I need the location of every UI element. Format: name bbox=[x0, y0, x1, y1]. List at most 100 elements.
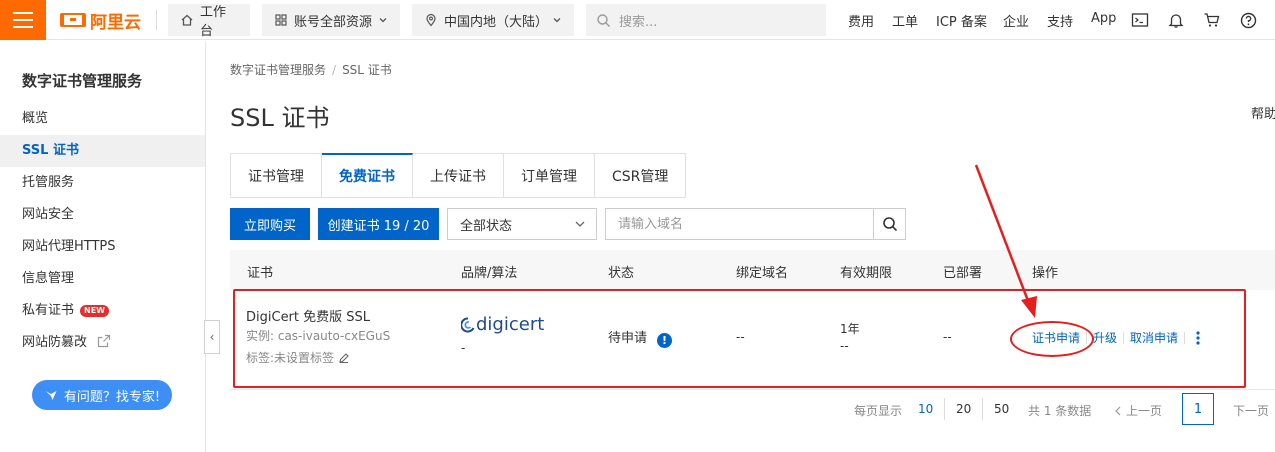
apply-cert-link[interactable]: 证书申请 bbox=[1032, 329, 1080, 346]
domain-search-input[interactable] bbox=[605, 208, 873, 240]
divider bbox=[982, 398, 983, 420]
breadcrumb-item-service[interactable]: 数字证书管理服务 bbox=[230, 63, 326, 77]
cancel-apply-link[interactable]: 取消申请 bbox=[1130, 329, 1178, 346]
sidebar: 数字证书管理服务 概览 SSL 证书 托管服务 网站安全 网站代理HTTPS 信… bbox=[0, 41, 206, 452]
column-header: 绑定域名 bbox=[736, 266, 789, 281]
cert-instance-id: 实例: cas-ivauto-cxEGuS bbox=[246, 329, 391, 343]
help-icon[interactable] bbox=[1238, 10, 1258, 30]
sidebar-collapse-handle[interactable]: ‹ bbox=[204, 320, 220, 354]
action-separator bbox=[1086, 331, 1088, 344]
aliyun-logo[interactable]: 阿里云 bbox=[60, 9, 141, 33]
external-link-icon bbox=[98, 334, 111, 348]
top-bar: 阿里云 工作台 账号全部资源 中国内地（大陆） 搜索... 费用 工单 ICP … bbox=[0, 0, 1275, 40]
ask-expert-label: 有问题？找专家! bbox=[63, 389, 161, 405]
more-vertical-icon[interactable] bbox=[1195, 330, 1201, 346]
search-icon bbox=[597, 13, 610, 27]
sidebar-item-label: SSL 证书 bbox=[22, 143, 79, 158]
tab-csr-management[interactable]: CSR管理 bbox=[595, 153, 687, 198]
tab-free-cert[interactable]: 免费证书 bbox=[322, 153, 413, 198]
sidebar-item-tamper-protection[interactable]: 网站防篡改 bbox=[0, 327, 205, 359]
column-header: 品牌/算法 bbox=[461, 266, 518, 281]
tab-upload-cert[interactable]: 上传证书 bbox=[413, 153, 504, 198]
page-size-10[interactable]: 10 bbox=[918, 402, 933, 416]
validity-period: 1年 bbox=[840, 322, 860, 336]
sidebar-item-info-management[interactable]: 信息管理 bbox=[0, 263, 205, 295]
cert-status-label: 待申请 bbox=[608, 331, 648, 346]
status-select[interactable]: 全部状态 bbox=[447, 208, 597, 240]
bell-icon[interactable] bbox=[1166, 10, 1186, 30]
tab-order-management[interactable]: 订单管理 bbox=[504, 153, 595, 198]
column-header: 已部署 bbox=[943, 266, 983, 281]
column-header: 操作 bbox=[1032, 266, 1059, 281]
global-search-placeholder: 搜索... bbox=[619, 14, 658, 30]
region-label: 中国内地（大陆） bbox=[444, 14, 549, 30]
next-page-button[interactable]: 下一页 bbox=[1233, 402, 1269, 419]
buy-now-button[interactable]: 立即购买 bbox=[230, 208, 310, 240]
cert-tags-label: 标签:未设置标签 bbox=[246, 351, 335, 365]
expert-icon bbox=[45, 391, 57, 400]
grid-icon bbox=[275, 14, 287, 26]
domain-search-button[interactable] bbox=[873, 208, 906, 240]
page-size-20[interactable]: 20 bbox=[956, 402, 971, 416]
workbench-button[interactable]: 工作台 bbox=[168, 4, 250, 39]
tab-cert-management[interactable]: 证书管理 bbox=[230, 153, 322, 198]
total-count: 共 1 条数据 bbox=[1028, 404, 1092, 418]
sidebar-item-hosting[interactable]: 托管服务 bbox=[0, 167, 205, 199]
global-search[interactable]: 搜索... bbox=[586, 4, 826, 36]
top-link-support[interactable]: 支持 bbox=[1047, 11, 1073, 30]
sidebar-item-label: 概览 bbox=[22, 111, 49, 126]
page-size-50[interactable]: 50 bbox=[994, 402, 1009, 416]
sidebar-item-overview[interactable]: 概览 bbox=[0, 103, 205, 135]
chevron-down-icon bbox=[553, 18, 561, 23]
table-header: 证书 品牌/算法 状态 绑定域名 有效期限 已部署 操作 bbox=[230, 250, 1275, 290]
table-row: DigiCert 免费版 SSL 实例: cas-ivauto-cxEGuS 标… bbox=[230, 290, 1275, 390]
help-link[interactable]: 帮助 bbox=[1251, 103, 1275, 122]
column-header: 证书 bbox=[247, 266, 274, 281]
chevron-left-icon: ‹ bbox=[209, 330, 215, 344]
account-scope-dropdown[interactable]: 账号全部资源 bbox=[262, 4, 400, 36]
sidebar-item-label: 私有证书 bbox=[22, 303, 75, 318]
sidebar-item-label: 信息管理 bbox=[22, 271, 75, 286]
cert-tags: 标签:未设置标签 bbox=[246, 349, 350, 366]
chevron-left-icon bbox=[1115, 406, 1121, 415]
sidebar-item-label: 网站代理HTTPS bbox=[22, 239, 116, 254]
sidebar-item-label: 网站安全 bbox=[22, 207, 75, 222]
sidebar-item-private-cert[interactable]: 私有证书 NEW bbox=[0, 295, 205, 327]
account-scope-label: 账号全部资源 bbox=[294, 14, 373, 30]
region-selector[interactable]: 中国内地（大陆） bbox=[412, 4, 574, 36]
top-link-billing[interactable]: 费用 bbox=[848, 11, 874, 30]
chevron-down-icon bbox=[379, 18, 387, 23]
create-cert-button[interactable]: 创建证书 19 / 20 bbox=[318, 208, 439, 240]
terminal-icon[interactable] bbox=[1130, 10, 1150, 30]
cart-icon[interactable] bbox=[1202, 10, 1222, 30]
divider bbox=[156, 10, 157, 30]
breadcrumb-item-ssl[interactable]: SSL 证书 bbox=[342, 63, 392, 77]
top-link-icp[interactable]: ICP 备案 bbox=[936, 11, 987, 30]
prev-page-button[interactable]: 上一页 bbox=[1114, 402, 1162, 419]
top-link-ticket[interactable]: 工单 bbox=[892, 11, 918, 30]
menu-icon[interactable] bbox=[0, 0, 46, 40]
info-icon[interactable]: ! bbox=[657, 333, 673, 348]
sidebar-item-site-security[interactable]: 网站安全 bbox=[0, 199, 205, 231]
aliyun-logo-icon bbox=[60, 13, 86, 27]
page-title: SSL 证书 bbox=[230, 104, 330, 132]
status-select-value: 全部状态 bbox=[460, 218, 513, 234]
sidebar-item-label: 托管服务 bbox=[22, 175, 75, 190]
sidebar-item-ssl-cert[interactable]: SSL 证书 bbox=[0, 135, 205, 167]
digicert-logo-text: digicert bbox=[476, 314, 545, 335]
search-icon bbox=[882, 217, 897, 232]
top-link-app[interactable]: App bbox=[1091, 11, 1116, 26]
sidebar-item-https-proxy[interactable]: 网站代理HTTPS bbox=[0, 231, 205, 263]
edit-icon[interactable] bbox=[338, 352, 350, 364]
bound-domain: -- bbox=[736, 330, 745, 344]
top-link-enterprise[interactable]: 企业 bbox=[1003, 11, 1029, 30]
location-pin-icon bbox=[426, 13, 436, 27]
current-page[interactable]: 1 bbox=[1182, 393, 1214, 425]
column-header: 有效期限 bbox=[840, 266, 893, 281]
sidebar-title: 数字证书管理服务 bbox=[22, 72, 143, 90]
new-badge: NEW bbox=[80, 305, 109, 317]
upgrade-link[interactable]: 升级 bbox=[1093, 329, 1117, 346]
ask-expert-button[interactable]: 有问题？找专家! bbox=[32, 380, 172, 410]
logo-text: 阿里云 bbox=[90, 12, 141, 33]
deployed-count: -- bbox=[943, 330, 952, 344]
